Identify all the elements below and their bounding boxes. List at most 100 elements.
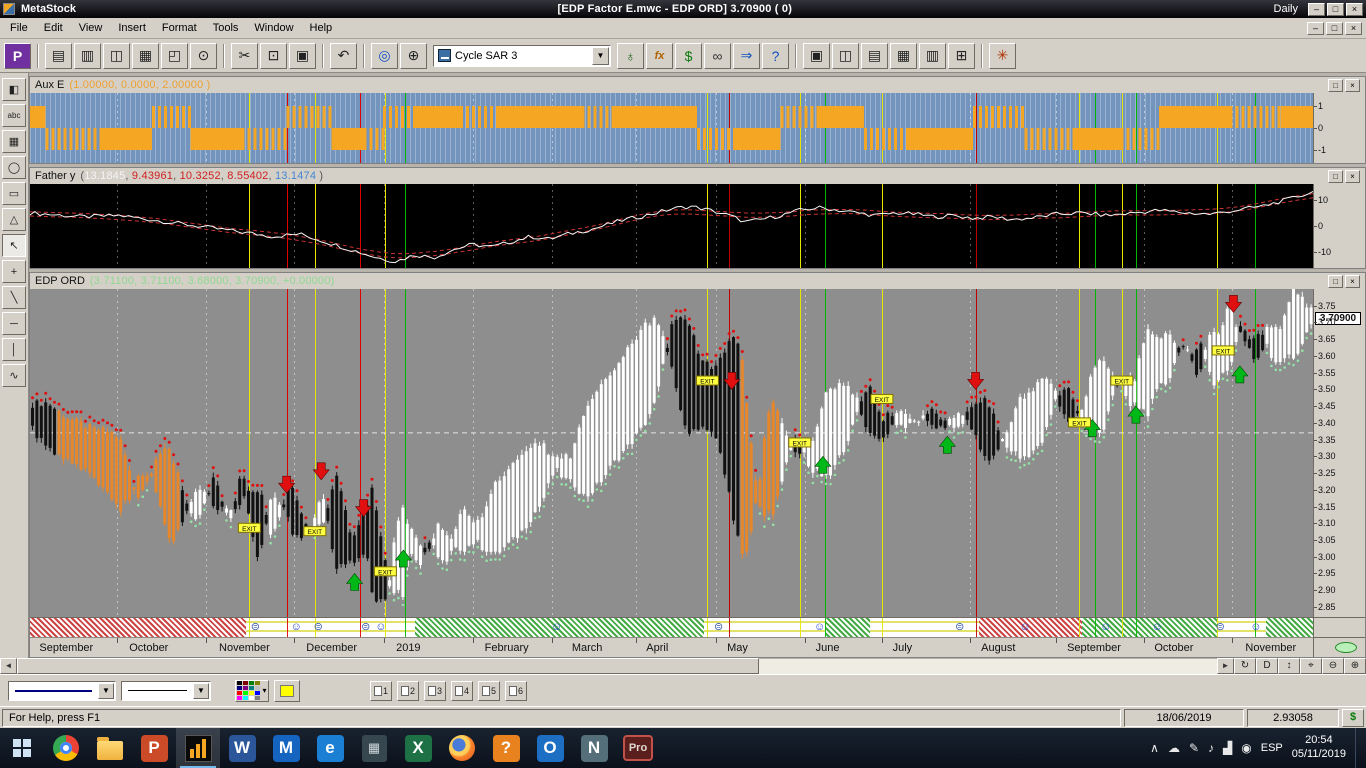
panel-father-restore-button[interactable]: □ <box>1328 170 1343 183</box>
color-palette-button[interactable]: ▾ <box>235 680 269 702</box>
crosshair-tool[interactable]: + <box>2 260 26 283</box>
copy-button[interactable]: ⊡ <box>260 43 287 69</box>
print-button[interactable]: ▦ <box>132 43 159 69</box>
new-chart-button[interactable]: ▤ <box>45 43 72 69</box>
metastock-chart-icon[interactable] <box>176 728 220 768</box>
zoom-out-button[interactable]: ⊖ <box>1322 658 1344 674</box>
refresh-button[interactable]: ↻ <box>1234 658 1256 674</box>
layout-preset-button-6[interactable]: 6 <box>505 681 527 701</box>
expert-advisor-ribbon[interactable]: ⊜☺⊜⊜☺☺⊜☺⊜☺☺☺⊜☺ <box>30 617 1313 637</box>
print-preview-button[interactable]: ◰ <box>161 43 188 69</box>
layout-preset-button-4[interactable]: 4 <box>451 681 473 701</box>
panel-aux-restore-button[interactable]: □ <box>1328 79 1343 92</box>
expert-symbol-icon[interactable]: ⊜ <box>251 620 260 634</box>
zoom-in-button[interactable]: ⊕ <box>400 43 427 69</box>
cut-button[interactable]: ✂ <box>231 43 258 69</box>
expert-symbol-icon[interactable]: ⊜ <box>714 620 723 634</box>
hidden-icons-expand-icon[interactable]: ∧ <box>1150 741 1159 755</box>
child-minimize-button[interactable]: – <box>1307 22 1324 35</box>
text-note-tool[interactable]: abc <box>2 104 26 127</box>
menu-insert[interactable]: Insert <box>110 19 154 37</box>
rectangle-tool[interactable]: ▭ <box>2 182 26 205</box>
expert-symbol-icon[interactable]: ☺ <box>291 620 302 634</box>
excel-icon[interactable]: X <box>396 728 440 768</box>
panel-price-header[interactable]: EDP ORD (3.71100, 3.71100, 3.68000, 3.70… <box>30 273 1365 289</box>
zigzag-tool[interactable]: ∿ <box>2 364 26 387</box>
help-pointer-button[interactable]: ? <box>762 43 789 69</box>
currency-button[interactable]: $ <box>1342 709 1364 727</box>
menu-window[interactable]: Window <box>246 19 301 37</box>
metastock-icon[interactable]: M <box>264 728 308 768</box>
menu-view[interactable]: View <box>71 19 111 37</box>
onedrive-icon[interactable]: ☁ <box>1168 741 1180 755</box>
price-plot[interactable]: EXITEXITEXITEXITEXITEXITEXITEXITEXIT <box>30 289 1313 617</box>
expert-symbol-icon[interactable]: ☺ <box>375 620 386 634</box>
layout-preset-button-1[interactable]: 1 <box>370 681 392 701</box>
chrome-icon[interactable] <box>44 728 88 768</box>
layout-columns-button[interactable]: ▥ <box>919 43 946 69</box>
expert-symbol-icon[interactable]: ⊜ <box>314 620 323 634</box>
menu-file[interactable]: File <box>2 19 36 37</box>
dropdown-arrow-icon[interactable]: ▼ <box>592 47 609 65</box>
layout-tile-vertical-button[interactable]: ◫ <box>832 43 859 69</box>
layout-tile-horizontal-button[interactable]: ▤ <box>861 43 888 69</box>
expert-symbol-icon[interactable]: ☺ <box>814 620 825 634</box>
start-button[interactable] <box>0 728 44 768</box>
vertical-scale-button[interactable]: ↕ <box>1278 658 1300 674</box>
pan-button[interactable]: ⌖ <box>1300 658 1322 674</box>
metastock-pro-icon[interactable]: Pro <box>616 728 660 768</box>
close-button[interactable]: × <box>1346 3 1363 16</box>
triangle-tool[interactable]: △ <box>2 208 26 231</box>
layout-preset-button-2[interactable]: 2 <box>397 681 419 701</box>
show-desktop-button[interactable] <box>1355 728 1360 768</box>
expert-symbol-icon[interactable]: ⊜ <box>361 620 370 634</box>
expert-symbol-icon[interactable]: ☺ <box>1250 620 1261 634</box>
pane-splitter-tool[interactable]: ◧ <box>2 78 26 101</box>
layout-preset-button-3[interactable]: 3 <box>424 681 446 701</box>
language-indicator[interactable]: ESP <box>1261 742 1283 754</box>
aux-plot[interactable] <box>30 93 1313 163</box>
menu-edit[interactable]: Edit <box>36 19 71 37</box>
calculator-icon[interactable]: ▦ <box>352 728 396 768</box>
binoculars-explorer-button[interactable]: ∞ <box>704 43 731 69</box>
explorer-button[interactable]: ♁ <box>617 43 644 69</box>
expert-status-lamp[interactable] <box>1335 642 1357 653</box>
open-chart-button[interactable]: ▥ <box>74 43 101 69</box>
panel-aux-close-button[interactable]: × <box>1345 79 1360 92</box>
layout-mixed-button[interactable]: ⊞ <box>948 43 975 69</box>
volume-icon[interactable]: ♪ <box>1208 741 1214 755</box>
trendline-tool[interactable]: ╲ <box>2 286 26 309</box>
pointer-tool[interactable]: ↖ <box>2 234 26 257</box>
chart-wizard-button[interactable]: ◫ <box>103 43 130 69</box>
notes-app-icon[interactable]: N <box>572 728 616 768</box>
father-scale[interactable]: 100-10 <box>1313 184 1365 268</box>
word-icon[interactable]: W <box>220 728 264 768</box>
panel-father-header[interactable]: Father y (13.1845, 9.43961, 10.3252, 8.5… <box>30 168 1365 184</box>
options-button[interactable]: ✳ <box>989 43 1016 69</box>
expert-symbol-icon[interactable]: ☺ <box>1019 620 1030 634</box>
forecaster-button[interactable]: ⇒ <box>733 43 760 69</box>
file-explorer-icon[interactable] <box>88 728 132 768</box>
crosshair-button[interactable]: ◎ <box>371 43 398 69</box>
paste-button[interactable]: ▣ <box>289 43 316 69</box>
taskbar-clock[interactable]: 20:5405/11/2019 <box>1292 734 1346 762</box>
expert-symbol-icon[interactable]: ⊜ <box>955 620 964 634</box>
ellipse-tool[interactable]: ◯ <box>2 156 26 179</box>
expert-symbol-icon[interactable]: ☺ <box>551 620 562 634</box>
zoom-in-button[interactable]: ⊕ <box>1344 658 1366 674</box>
line-weight-picker[interactable]: ▼ <box>121 681 211 701</box>
periodicity-daily-button[interactable]: D <box>1256 658 1278 674</box>
minimize-button[interactable]: – <box>1308 3 1325 16</box>
system-tester-button[interactable]: $ <box>675 43 702 69</box>
scroll-thumb[interactable] <box>17 658 759 674</box>
panel-father-close-button[interactable]: × <box>1345 170 1360 183</box>
scroll-track[interactable] <box>759 658 1217 674</box>
layout-grid-button[interactable]: ▦ <box>890 43 917 69</box>
status-icon[interactable]: ◉ <box>1241 741 1251 755</box>
menu-help[interactable]: Help <box>302 19 341 37</box>
network-icon[interactable]: ▟ <box>1223 741 1232 755</box>
expert-symbol-icon[interactable]: ☺ <box>1151 620 1162 634</box>
symbol-grid-tool[interactable]: ▦ <box>2 130 26 153</box>
expert-symbol-icon[interactable]: ☺ <box>1100 620 1111 634</box>
outlook-icon[interactable]: O <box>528 728 572 768</box>
